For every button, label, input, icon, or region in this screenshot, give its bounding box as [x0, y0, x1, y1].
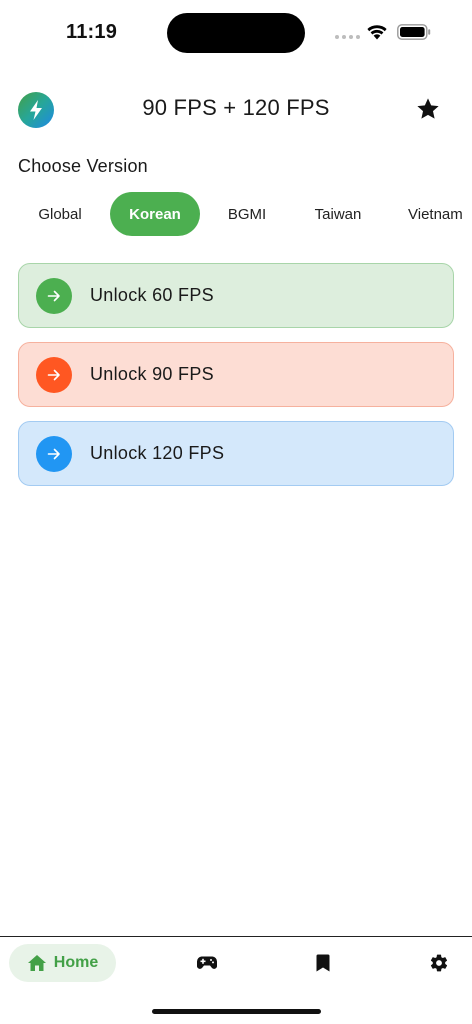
- app-logo[interactable]: [18, 92, 54, 128]
- home-indicator: [152, 1009, 321, 1014]
- home-icon: [27, 955, 46, 971]
- chip-vietnam[interactable]: Vietnam: [390, 192, 472, 236]
- nav-home-button[interactable]: Home: [9, 944, 116, 982]
- signal-dots-icon: [335, 35, 360, 39]
- arrow-right-icon: [47, 448, 60, 459]
- favorite-button[interactable]: [414, 95, 442, 123]
- status-bar: 11:19: [0, 0, 472, 64]
- unlock-90-fps-card[interactable]: Unlock 90 FPS: [18, 342, 454, 407]
- gamepad-icon: [196, 956, 218, 969]
- page-title: 90 FPS + 120 FPS: [142, 95, 330, 120]
- choose-version-label: Choose Version: [18, 156, 148, 176]
- battery-icon: [397, 24, 431, 40]
- unlock-120-fps-card[interactable]: Unlock 120 FPS: [18, 421, 454, 486]
- nav-settings-button[interactable]: [428, 952, 450, 974]
- unlock-60-fps-card[interactable]: Unlock 60 FPS: [18, 263, 454, 328]
- chip-global[interactable]: Global: [18, 192, 102, 236]
- star-icon: [417, 98, 439, 119]
- lightning-bolt-icon: [30, 100, 42, 120]
- dynamic-island: [167, 13, 305, 53]
- unlock-60-fps-label: Unlock 60 FPS: [90, 285, 214, 305]
- settings-icon: [430, 954, 448, 972]
- nav-bookmarks-button[interactable]: [312, 952, 334, 974]
- arrow-right-icon: [47, 369, 60, 380]
- unlock-90-fps-label: Unlock 90 FPS: [90, 364, 214, 384]
- nav-games-button[interactable]: [196, 952, 218, 974]
- chip-taiwan[interactable]: Taiwan: [296, 192, 380, 236]
- arrow-circle: [36, 356, 72, 393]
- arrow-circle: [36, 277, 72, 314]
- arrow-circle: [36, 435, 72, 472]
- chip-bgmi[interactable]: BGMI: [210, 192, 284, 236]
- chip-korean[interactable]: Korean: [110, 192, 200, 236]
- arrow-right-icon: [47, 290, 60, 301]
- unlock-120-fps-label: Unlock 120 FPS: [90, 443, 225, 463]
- nav-home-label: Home: [53, 954, 99, 971]
- status-time: 11:19: [66, 21, 118, 43]
- bookmark-icon: [316, 954, 330, 972]
- app-screen: 11:19 90 FPS + 120 FPS Choose Version Gl…: [0, 0, 472, 1024]
- version-chips: Global Korean BGMI Taiwan Vietnam: [0, 192, 472, 238]
- wifi-icon: [367, 25, 387, 40]
